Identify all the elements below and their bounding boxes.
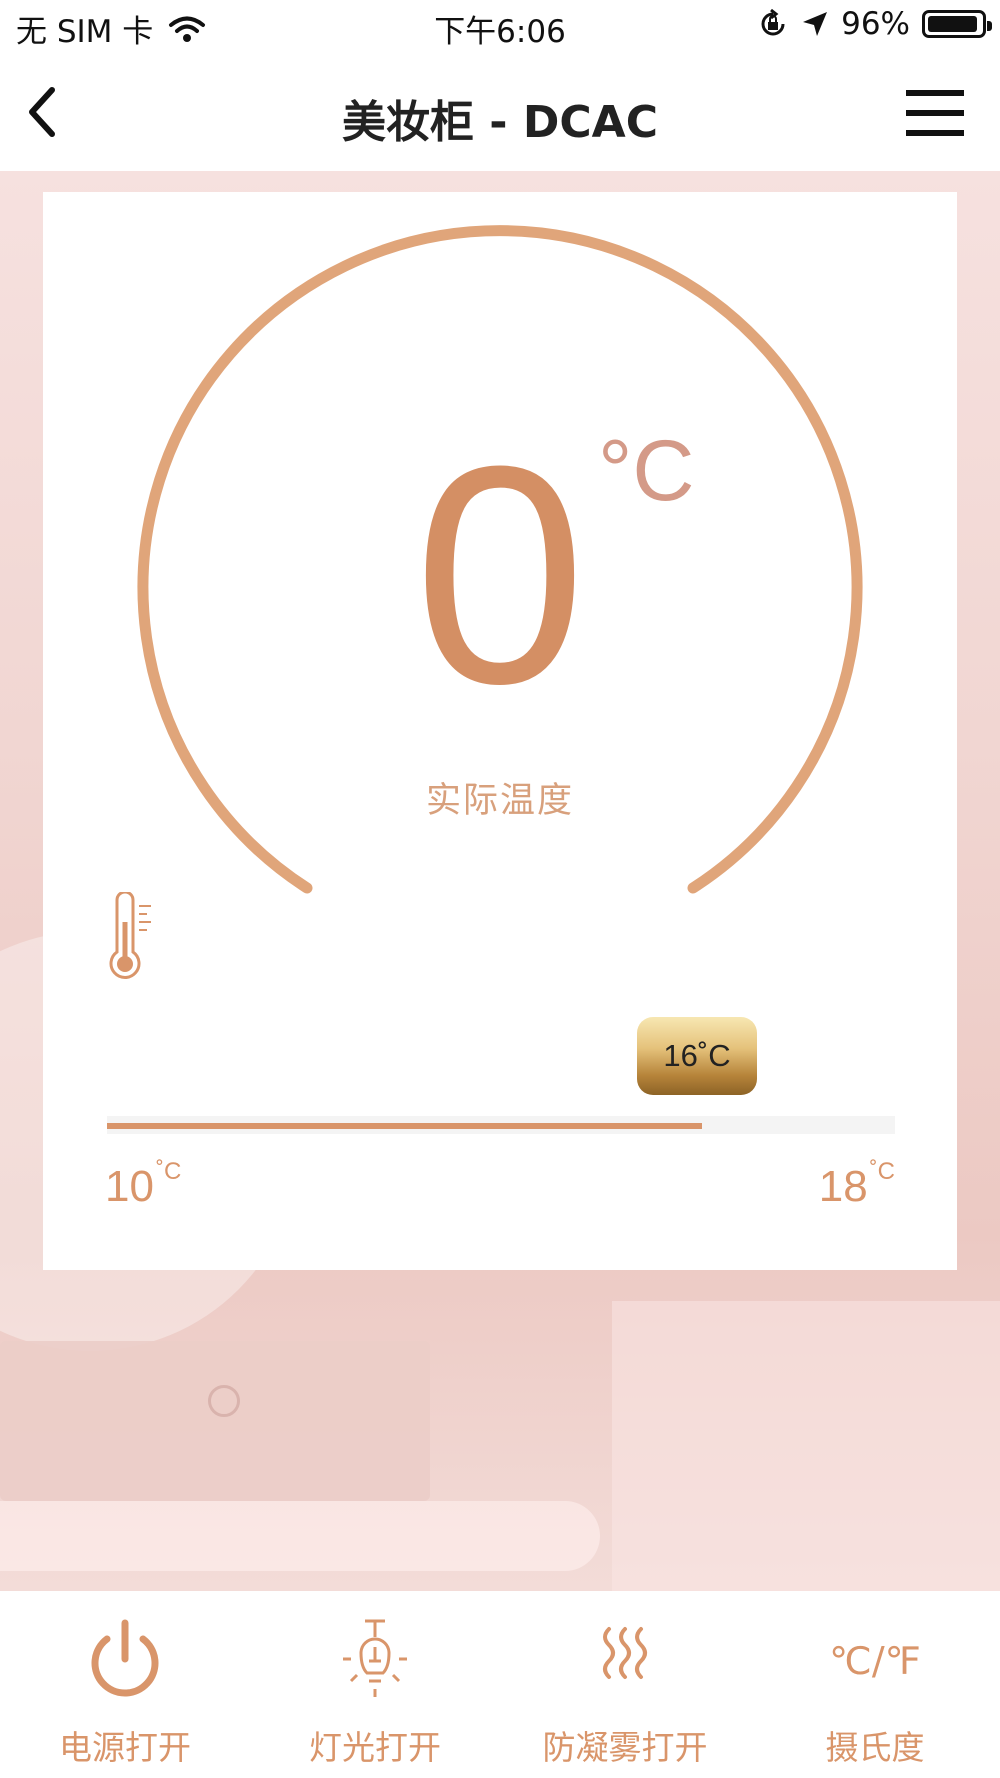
menu-button[interactable]: [906, 86, 964, 140]
lamp-icon: [343, 1619, 407, 1697]
status-right: 96%: [757, 6, 992, 42]
bottom-toolbar: 电源打开 灯光打开 防凝雾打开 ℃/℉ 摄氏度: [0, 1591, 1000, 1778]
light-toggle-label: 灯光打开: [309, 1728, 441, 1767]
power-toggle-label: 电源打开: [59, 1728, 191, 1767]
slider-min-label: 10˚C: [105, 1158, 182, 1211]
thermometer-icon: [109, 892, 151, 979]
page-title: 美妆柜 - DCAC: [341, 97, 659, 148]
unit-toggle-icon: ℃/℉: [829, 1639, 921, 1683]
power-toggle-button[interactable]: 电源打开: [0, 1591, 250, 1778]
battery-icon: [922, 10, 992, 38]
light-toggle-button[interactable]: 灯光打开: [250, 1591, 500, 1778]
power-icon: [91, 1619, 159, 1697]
defog-toggle-label: 防凝雾打开: [542, 1728, 708, 1767]
orientation-lock-icon: [761, 8, 785, 36]
location-arrow-icon: [803, 12, 828, 36]
slider-max-label: 18˚C: [818, 1158, 895, 1211]
setpoint-badge[interactable]: 16˚C: [637, 1017, 757, 1095]
status-bar: 无 SIM 卡 下午6:06 96%: [0, 0, 1000, 56]
unit-toggle-button[interactable]: ℃/℉ 摄氏度: [750, 1591, 1000, 1778]
temperature-slider-fill[interactable]: [107, 1123, 702, 1129]
battery-percent: 96%: [841, 6, 910, 42]
nav-bar: 美妆柜 - DCAC: [0, 56, 1000, 171]
actual-temperature-label: 实际温度: [425, 781, 574, 821]
defog-toggle-button[interactable]: 防凝雾打开: [500, 1591, 750, 1778]
temperature-card: °C 0 实际温度 16˚C 10˚C 18˚C: [43, 192, 957, 1270]
actual-temperature-value: 0: [413, 401, 587, 748]
unit-toggle-label: 摄氏度: [825, 1728, 925, 1767]
defog-icon: [603, 1627, 647, 1679]
